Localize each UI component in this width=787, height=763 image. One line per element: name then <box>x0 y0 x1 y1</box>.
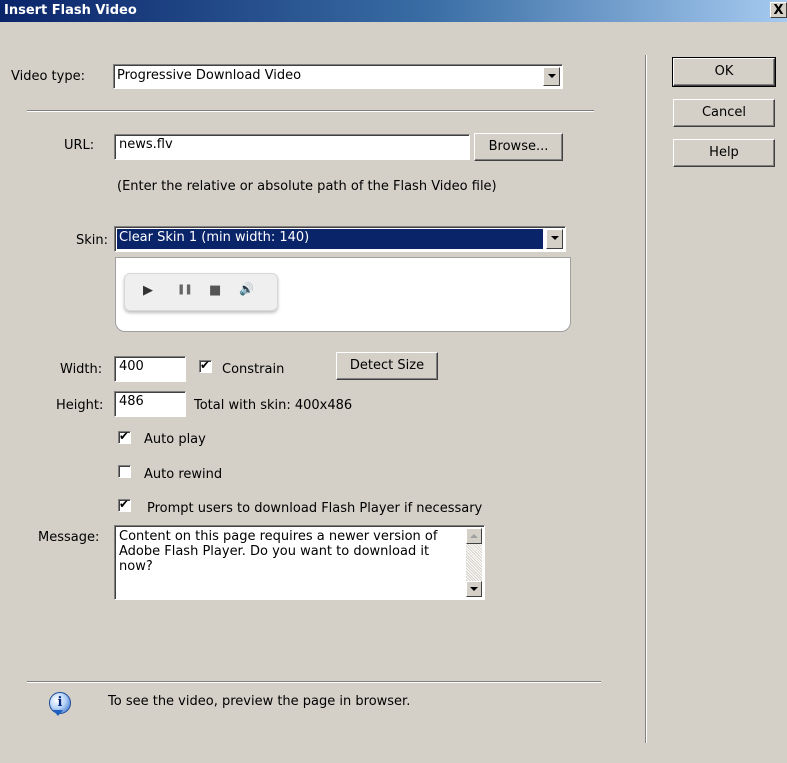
skin-select[interactable]: Clear Skin 1 (min width: 140) <box>114 226 566 252</box>
url-input[interactable]: news.flv <box>114 134 470 160</box>
info-text: To see the video, preview the page in br… <box>108 694 411 709</box>
browse-button-label: Browse... <box>488 139 549 155</box>
url-hint: (Enter the relative or absolute path of … <box>117 179 497 194</box>
auto-rewind-checkbox[interactable] <box>118 465 131 478</box>
height-label: Height: <box>56 398 104 413</box>
detect-size-button[interactable]: Detect Size <box>336 352 438 380</box>
constrain-checkbox[interactable] <box>199 358 212 373</box>
url-label: URL: <box>64 138 95 153</box>
vertical-divider <box>645 55 647 743</box>
message-textarea[interactable]: Content on this page requires a newer ve… <box>114 525 485 600</box>
height-input[interactable]: 486 <box>114 391 186 417</box>
cancel-label: Cancel <box>701 105 747 121</box>
separator <box>27 110 594 112</box>
title-bar[interactable]: Insert Flash Video X <box>0 0 787 22</box>
total-with-skin: Total with skin: 400x486 <box>194 398 353 413</box>
help-label: Help <box>709 145 739 161</box>
volume-icon: 🔊 <box>239 282 254 296</box>
auto-play-checkbox[interactable] <box>118 429 131 444</box>
auto-rewind-label: Auto rewind <box>144 467 223 482</box>
skin-preview: ▶ ❚❚ ■ 🔊 <box>115 257 571 332</box>
prompt-download-checkbox[interactable] <box>118 497 131 512</box>
width-input[interactable]: 400 <box>114 356 186 382</box>
ok-label: OK <box>714 64 734 80</box>
constrain-label: Constrain <box>222 362 285 377</box>
close-icon: X <box>773 3 784 18</box>
video-type-label: Video type: <box>11 69 85 84</box>
help-button[interactable]: Help <box>673 139 775 167</box>
stop-icon: ■ <box>209 283 222 298</box>
chevron-down-icon[interactable] <box>546 229 563 249</box>
prompt-download-label: Prompt users to download Flash Player if… <box>147 501 483 516</box>
ok-button[interactable]: OK <box>672 57 776 87</box>
chevron-down-icon[interactable] <box>543 67 560 86</box>
cancel-button[interactable]: Cancel <box>673 99 775 127</box>
info-icon-tail <box>53 710 63 716</box>
scroll-up-icon[interactable] <box>466 528 482 544</box>
window-title: Insert Flash Video <box>4 3 137 18</box>
detect-size-label: Detect Size <box>349 358 425 374</box>
close-button[interactable]: X <box>770 2 787 18</box>
scroll-down-icon[interactable] <box>466 581 482 597</box>
width-label: Width: <box>60 362 103 377</box>
skin-label: Skin: <box>76 233 109 248</box>
message-text: Content on this page requires a newer ve… <box>119 529 438 574</box>
video-type-value: Progressive Download Video <box>117 68 302 83</box>
message-scrollbar[interactable] <box>466 528 482 597</box>
skin-value: Clear Skin 1 (min width: 140) <box>117 229 543 249</box>
separator <box>27 681 601 683</box>
skin-controls-bar: ▶ ❚❚ ■ 🔊 <box>124 273 278 311</box>
auto-play-label: Auto play <box>144 432 206 447</box>
video-type-select[interactable]: Progressive Download Video <box>113 64 563 89</box>
pause-icon: ❚❚ <box>177 284 193 295</box>
browse-button[interactable]: Browse... <box>474 133 563 161</box>
play-icon: ▶ <box>143 283 153 298</box>
message-label: Message: <box>38 530 100 545</box>
